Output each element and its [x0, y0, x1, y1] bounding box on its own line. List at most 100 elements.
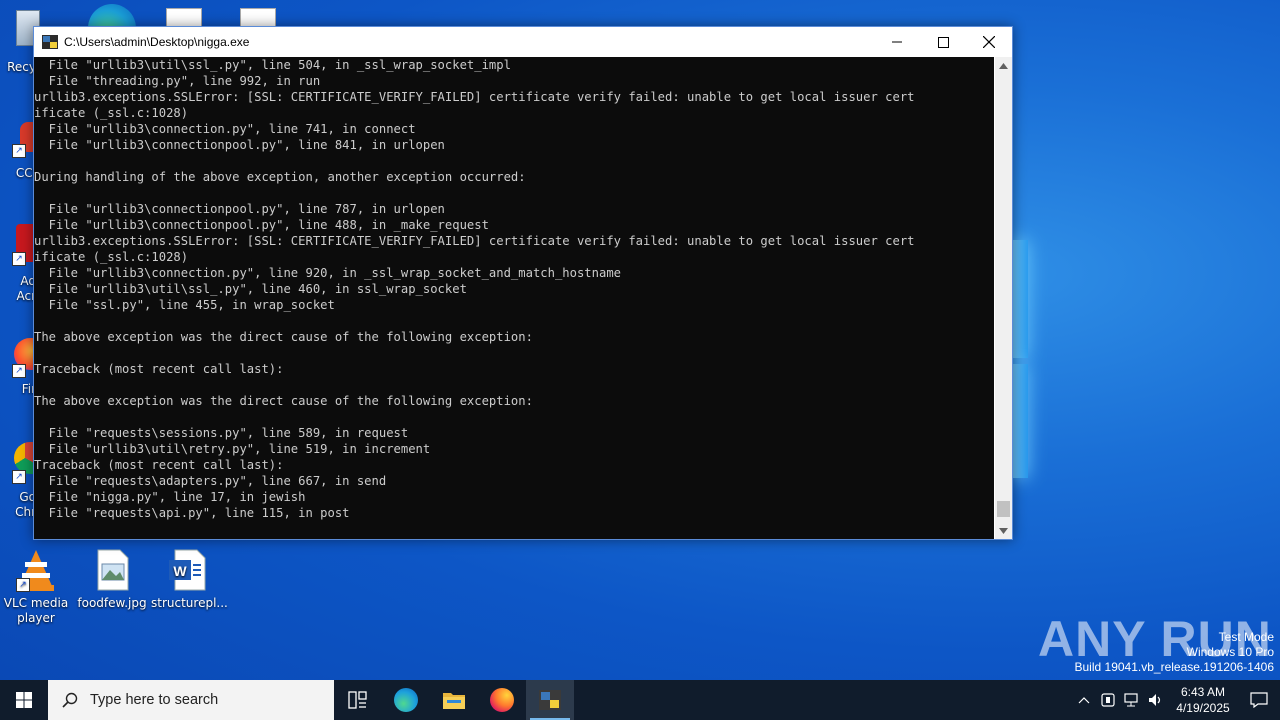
- desktop-icon-word-partial-2[interactable]: [240, 8, 278, 26]
- clock-time: 6:43 AM: [1180, 685, 1226, 699]
- console-line: File "ssl.py", line 455, in wrap_socket: [34, 298, 335, 312]
- search-placeholder: Type here to search: [90, 692, 219, 708]
- desktop-icon-label: structurepl...: [151, 596, 228, 610]
- maximize-icon: [937, 36, 949, 48]
- console-line: File "urllib3\connection.py", line 920, …: [34, 266, 621, 280]
- action-center-button[interactable]: [1238, 680, 1280, 720]
- minimize-button[interactable]: [874, 27, 920, 57]
- console-line: File "requests\adapters.py", line 667, i…: [34, 474, 387, 488]
- console-line: File "requests\api.py", line 115, in pos…: [34, 506, 350, 520]
- console-line: File "urllib3\connectionpool.py", line 8…: [34, 138, 445, 152]
- desktop-icon-vlc[interactable]: ↗ VLC media player: [0, 548, 72, 626]
- taskbar: Type here to search 6:43 AM 4/19/2025: [0, 680, 1280, 720]
- chevron-up-icon: [1078, 697, 1090, 704]
- taskbar-edge[interactable]: [382, 680, 430, 720]
- image-file-icon: [90, 548, 134, 592]
- search-icon: [62, 692, 78, 708]
- console-text: File "urllib3\util\ssl_.py", line 504, i…: [34, 57, 994, 521]
- console-line: urllib3.exceptions.SSLError: [SSL: CERTI…: [34, 234, 915, 248]
- console-line: File "threading.py", line 992, in run: [34, 74, 321, 88]
- desktop-icon-foodfew[interactable]: foodfew.jpg: [76, 548, 148, 611]
- vlc-icon: ↗: [14, 548, 58, 592]
- windows-logo-wallpaper: [1010, 240, 1030, 480]
- scrollbar-thumb[interactable]: [997, 501, 1010, 517]
- taskbar-console-app[interactable]: [526, 680, 574, 720]
- taskbar-clock[interactable]: 6:43 AM 4/19/2025: [1168, 684, 1238, 716]
- python-console-icon: [539, 690, 561, 710]
- console-line: File "nigga.py", line 17, in jewish: [34, 490, 306, 504]
- chevron-down-icon: [999, 527, 1008, 534]
- taskbar-firefox[interactable]: [478, 680, 526, 720]
- desktop-icon-recycle-bin[interactable]: Recy: [0, 6, 40, 76]
- tray-volume[interactable]: [1144, 680, 1168, 720]
- minimize-icon: [892, 41, 902, 43]
- tray-network[interactable]: [1120, 680, 1144, 720]
- desktop-icon-label: foodfew.jpg: [77, 596, 147, 610]
- watermark-line: Test Mode: [1218, 630, 1274, 644]
- console-line: File "urllib3\connection.py", line 741, …: [34, 122, 416, 136]
- desktop-icon-ccleaner[interactable]: ↗ CCl: [0, 118, 36, 188]
- shortcut-arrow-icon: ↗: [12, 144, 26, 158]
- scroll-up-button[interactable]: [995, 57, 1012, 74]
- watermark-line: Build 19041.vb_release.191206-1406: [1074, 660, 1275, 674]
- title-bar[interactable]: C:\Users\admin\Desktop\nigga.exe: [34, 27, 1012, 57]
- close-button[interactable]: [966, 27, 1012, 57]
- console-line: During handling of the above exception, …: [34, 170, 526, 184]
- desktop-icon-acrobat[interactable]: ↗ Ad Acr: [0, 222, 36, 306]
- shortcut-arrow-icon: ↗: [12, 470, 26, 484]
- security-icon: [1101, 693, 1115, 707]
- word-document-icon: [166, 8, 202, 26]
- console-line: File "requests\sessions.py", line 589, i…: [34, 426, 409, 440]
- shortcut-arrow-icon: ↗: [16, 578, 30, 592]
- system-tray: 6:43 AM 4/19/2025: [1072, 680, 1280, 720]
- file-explorer-icon: [443, 693, 465, 709]
- task-view-icon: [348, 691, 367, 709]
- console-line: urllib3.exceptions.SSLError: [SSL: CERTI…: [34, 90, 915, 104]
- scroll-down-button[interactable]: [995, 522, 1012, 539]
- console-line: ificate (_ssl.c:1028): [34, 250, 189, 264]
- window-title: C:\Users\admin\Desktop\nigga.exe: [64, 35, 250, 49]
- console-window[interactable]: C:\Users\admin\Desktop\nigga.exe File "u…: [33, 26, 1013, 540]
- console-line: File "urllib3\util\ssl_.py", line 460, i…: [34, 282, 467, 296]
- start-button[interactable]: [0, 680, 48, 720]
- desktop-icon-edge-partial[interactable]: [88, 4, 136, 26]
- console-line: File "urllib3\util\ssl_.py", line 504, i…: [34, 58, 511, 72]
- desktop-icon-word-partial-1[interactable]: [166, 8, 204, 26]
- vertical-scrollbar[interactable]: [995, 57, 1012, 539]
- console-line: File "urllib3\connectionpool.py", line 4…: [34, 218, 489, 232]
- console-line: File "urllib3\connectionpool.py", line 7…: [34, 202, 445, 216]
- clock-date: 4/19/2025: [1176, 701, 1230, 715]
- desktop-icon-firefox[interactable]: ↗ Fir: [0, 334, 36, 400]
- edge-icon: [394, 688, 418, 712]
- test-mode-watermark: Test Mode Windows 10 Pro Build 19041.vb_…: [1075, 630, 1275, 675]
- console-line: File "urllib3\util\retry.py", line 519, …: [34, 442, 431, 456]
- show-hidden-icons-button[interactable]: [1072, 680, 1096, 720]
- taskbar-search-box[interactable]: Type here to search: [48, 680, 334, 720]
- chevron-up-icon: [999, 62, 1008, 69]
- console-line: Traceback (most recent call last):: [34, 458, 284, 472]
- taskbar-file-explorer[interactable]: [430, 680, 478, 720]
- console-output[interactable]: File "urllib3\util\ssl_.py", line 504, i…: [34, 57, 994, 539]
- task-view-button[interactable]: [334, 680, 382, 720]
- firefox-icon: [490, 688, 514, 712]
- edge-icon: [88, 4, 136, 26]
- notification-icon: [1250, 692, 1268, 708]
- console-line: The above exception was the direct cause…: [34, 394, 533, 408]
- console-line: ificate (_ssl.c:1028): [34, 106, 189, 120]
- desktop-icon-structurepl[interactable]: W structurepl...: [151, 548, 228, 611]
- console-line: Traceback (most recent call last):: [34, 362, 284, 376]
- tray-defender[interactable]: [1096, 680, 1120, 720]
- shortcut-arrow-icon: ↗: [12, 252, 26, 266]
- word-document-icon: W: [165, 548, 209, 592]
- shortcut-arrow-icon: ↗: [12, 364, 26, 378]
- python-console-icon: [42, 34, 58, 50]
- desktop-icon-chrome[interactable]: ↗ Go Chr: [0, 438, 36, 522]
- maximize-button[interactable]: [920, 27, 966, 57]
- desktop-icon-label: VLC media player: [3, 596, 69, 625]
- console-line: The above exception was the direct cause…: [34, 330, 533, 344]
